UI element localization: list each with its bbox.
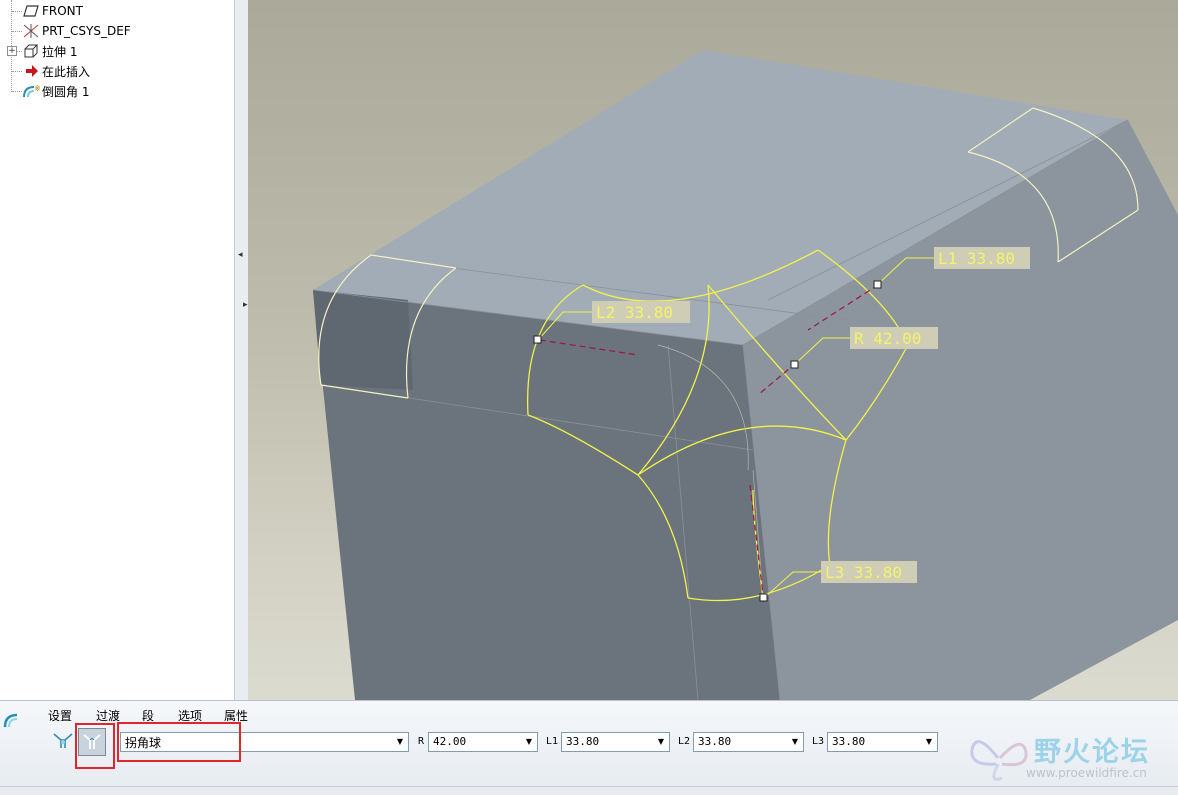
- tree-expand-toggle[interactable]: +: [7, 46, 17, 56]
- tree-item-front[interactable]: FRONT: [22, 1, 83, 21]
- extrude-icon: [24, 44, 39, 58]
- dim-label-l1[interactable]: L1 33.80: [934, 247, 1030, 269]
- r-value: 42.00: [433, 735, 467, 748]
- l2-value-field[interactable]: 33.80 ▼: [693, 732, 804, 752]
- tree-item-label: 倒圆角 1: [42, 84, 90, 99]
- l3-value: 33.80: [832, 735, 866, 748]
- l1-handle: [873, 280, 882, 289]
- l3-label: L3: [812, 736, 825, 747]
- l2-handle: [533, 335, 542, 344]
- chevron-down-icon[interactable]: ▼: [654, 734, 668, 750]
- round-tool-icon: [3, 713, 18, 728]
- r-label: R: [418, 736, 425, 747]
- highlight-frame: [75, 723, 115, 769]
- forum-watermark: 野火论坛 www.proewildfire.cn: [968, 728, 1174, 786]
- front-face-shade: [313, 290, 413, 390]
- svg-text:L1 33.80: L1 33.80: [938, 249, 1015, 268]
- watermark-title: 野火论坛: [1034, 737, 1150, 768]
- r-handle: [790, 360, 799, 369]
- insert-here-arrow-icon: [26, 65, 38, 77]
- tab-settings[interactable]: 设置: [48, 707, 72, 724]
- l1-value-field[interactable]: 33.80 ▼: [561, 732, 670, 752]
- l1-value: 33.80: [566, 735, 600, 748]
- l1-label: L1: [546, 736, 559, 747]
- tree-item-extrude[interactable]: 拉伸 1: [22, 41, 77, 61]
- dim-label-r[interactable]: R 42.00: [850, 327, 938, 349]
- dim-label-l2[interactable]: L2 33.80: [592, 301, 690, 323]
- l2-label: L2: [678, 736, 691, 747]
- l3-value-field[interactable]: 33.80 ▼: [827, 732, 938, 752]
- tree-item-label: 在此插入: [42, 64, 91, 79]
- l2-value: 33.80: [698, 735, 732, 748]
- round-feature-icon: ※: [23, 84, 40, 98]
- dim-label-l3[interactable]: L3 33.80: [821, 561, 917, 583]
- tree-item-round[interactable]: ※ 倒圆角 1: [22, 81, 89, 101]
- chevron-down-icon[interactable]: ▼: [788, 734, 802, 750]
- collapse-left-icon[interactable]: ◂: [238, 250, 243, 260]
- model-canvas[interactable]: L1 33.80 L2 33.80 R 42.00 L3 33.80: [248, 0, 1178, 700]
- l3-handle: [759, 593, 768, 602]
- model-tree: + FRONT PRT_CSYS_DEF 拉伸 1 在此插入 倒圆角 1: [0, 0, 235, 700]
- tree-connector: [12, 91, 22, 92]
- tree-connector: [12, 31, 22, 32]
- expand-right-icon[interactable]: ▸: [243, 300, 248, 310]
- chevron-down-icon[interactable]: ▼: [522, 734, 536, 750]
- tree-connector: [12, 11, 22, 12]
- tree-item-insert-here[interactable]: 在此插入: [22, 61, 90, 81]
- watermark-url: www.proewildfire.cn: [1026, 766, 1147, 780]
- butterfly-logo-icon: [970, 740, 1028, 781]
- tree-connector: [12, 71, 22, 72]
- tree-item-label: FRONT: [42, 4, 83, 18]
- chevron-down-icon[interactable]: ▼: [922, 734, 936, 750]
- graphics-window[interactable]: L1 33.80 L2 33.80 R 42.00 L3 33.80: [248, 0, 1178, 700]
- svg-text:L3 33.80: L3 33.80: [825, 563, 902, 582]
- tree-item-label: PRT_CSYS_DEF: [42, 24, 131, 38]
- coordinate-system-icon: [23, 24, 39, 38]
- r-value-field[interactable]: 42.00 ▼: [428, 732, 538, 752]
- datum-plane-icon: [23, 5, 39, 17]
- svg-text:R 42.00: R 42.00: [854, 329, 921, 348]
- tree-item-label: 拉伸 1: [42, 44, 78, 59]
- set-mode-button[interactable]: [50, 728, 76, 754]
- svg-text:※: ※: [34, 84, 40, 93]
- chevron-down-icon[interactable]: ▼: [393, 734, 407, 750]
- svg-text:L2 33.80: L2 33.80: [596, 303, 673, 322]
- tree-item-csys[interactable]: PRT_CSYS_DEF: [22, 21, 131, 41]
- highlight-frame: [117, 722, 241, 762]
